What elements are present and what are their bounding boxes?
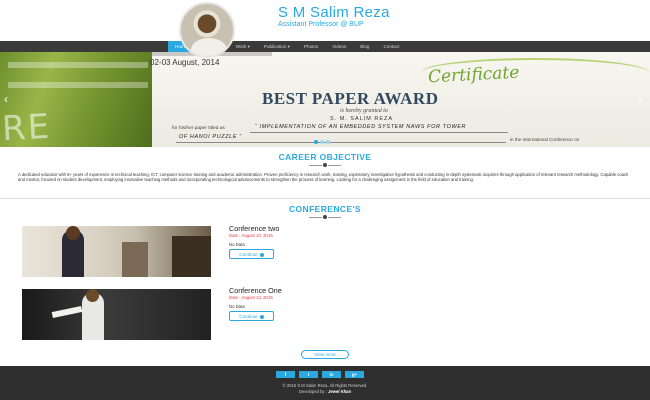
certificate-line bbox=[176, 142, 506, 143]
social-links: f t in g+ bbox=[276, 371, 364, 378]
view-more-button[interactable]: View more bbox=[301, 350, 349, 359]
copyright-text: © 2015 S M Salim Reza. All Rights Reserv… bbox=[282, 383, 368, 388]
section-divider bbox=[309, 163, 341, 167]
conference-date: Date : August 13, 2015 bbox=[229, 233, 273, 238]
certificate-line bbox=[250, 132, 508, 133]
google-plus-icon[interactable]: g+ bbox=[345, 371, 364, 378]
twitter-icon[interactable]: t bbox=[299, 371, 318, 378]
certificate-date: 02-03 August, 2014 bbox=[150, 58, 220, 67]
certificate-paper-title-1: “ IMPLEMENTATION OF AN EMBEDDED SYSTEM N… bbox=[255, 124, 467, 130]
nav-item-publication[interactable]: Publication ▾ bbox=[257, 41, 297, 52]
conference-description: No Data bbox=[229, 242, 245, 247]
slider-dot[interactable] bbox=[320, 140, 324, 144]
site-name[interactable]: S M Salim Reza bbox=[278, 4, 390, 21]
nav-item-videos[interactable]: Videos bbox=[325, 41, 353, 52]
profile-avatar bbox=[179, 2, 235, 58]
speaker-head bbox=[66, 226, 80, 240]
speaker-head bbox=[86, 289, 99, 302]
nav-item-blog[interactable]: Blog bbox=[353, 41, 376, 52]
slider-pagination bbox=[314, 140, 330, 144]
background-object bbox=[172, 236, 211, 277]
conferences-heading: CONFERENCE'S bbox=[289, 204, 361, 214]
decorative-stripe bbox=[8, 62, 148, 68]
conference-date: Date : August 13, 2015 bbox=[229, 295, 273, 300]
hero-slider[interactable]: RE 02-03 August, 2014 Certificate BEST P… bbox=[0, 52, 650, 147]
nav-item-work[interactable]: Work ▾ bbox=[229, 41, 257, 52]
podium bbox=[122, 242, 148, 277]
section-divider bbox=[309, 215, 341, 219]
conference-image[interactable] bbox=[22, 226, 211, 277]
career-objective-heading: CAREER OBJECTIVE bbox=[278, 152, 372, 162]
conference-image[interactable] bbox=[22, 289, 211, 340]
developer-prefix: Developed by : bbox=[298, 389, 327, 394]
conference-title[interactable]: Conference two bbox=[229, 224, 279, 233]
linkedin-icon[interactable]: in bbox=[322, 371, 341, 378]
nav-item-photos[interactable]: Photos bbox=[297, 41, 325, 52]
career-objective-text: A dedicated educator with 8+ years of ex… bbox=[18, 172, 629, 183]
certificate-award-title: BEST PAPER AWARD bbox=[262, 89, 439, 108]
developer-name[interactable]: Jewel Khan bbox=[328, 389, 351, 394]
certificate-conference-text: in the International Conference on bbox=[510, 137, 580, 142]
certificate-recipient: S. M. SALIM REZA bbox=[330, 116, 394, 122]
developer-credit: Developed by : Jewel Khan bbox=[0, 389, 650, 394]
decorative-stripe bbox=[8, 82, 148, 88]
conference-description: No Data bbox=[229, 304, 245, 309]
slider-dot[interactable] bbox=[314, 140, 318, 144]
certificate-paper-title-2: OF HANOI PUZZLE ” bbox=[179, 134, 242, 140]
site-subtitle: Assistant Professor @ BUP bbox=[278, 21, 364, 28]
slider-dot[interactable] bbox=[326, 140, 330, 144]
facebook-icon[interactable]: f bbox=[276, 371, 295, 378]
site-header: S M Salim Reza Assistant Professor @ BUP bbox=[0, 0, 650, 41]
conference-title[interactable]: Conference One bbox=[229, 286, 282, 295]
nav-item-contact[interactable]: Contact bbox=[376, 41, 406, 52]
continue-button[interactable]: Continue bbox=[229, 249, 274, 259]
certificate-paper-prefix: for his/her paper titled as bbox=[172, 126, 225, 131]
paper-in-hand bbox=[51, 305, 83, 319]
slider-prev-arrow-icon[interactable]: ‹ bbox=[4, 92, 8, 106]
main-navbar: Home Portfolio ▾ Work ▾ Publication ▾ Ph… bbox=[0, 41, 650, 52]
continue-button[interactable]: Continue bbox=[229, 311, 274, 321]
certificate-granted-text: is hereby granted to bbox=[340, 108, 388, 114]
section-rule bbox=[0, 198, 650, 199]
slide-green-background: RE bbox=[0, 52, 152, 147]
decorative-letters: RE bbox=[0, 106, 53, 147]
slider-next-arrow-icon[interactable]: › bbox=[638, 92, 642, 106]
site-footer: f t in g+ © 2015 S M Salim Reza. All Rig… bbox=[0, 366, 650, 400]
